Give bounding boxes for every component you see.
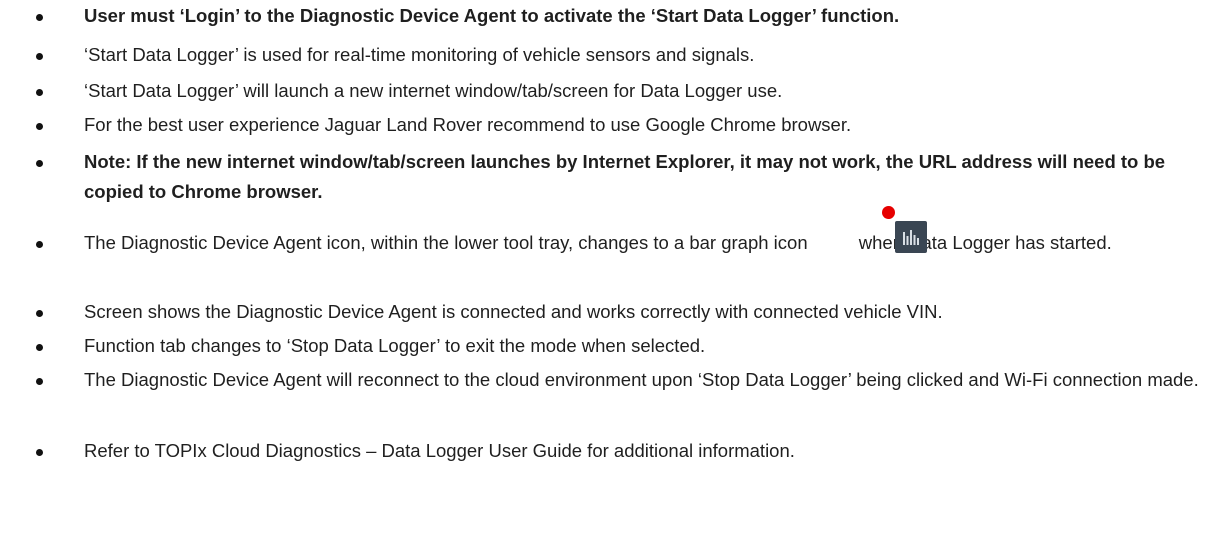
bullet-text: The Diagnostic Device Agent will reconne…: [84, 369, 1199, 390]
bullet-dot: [36, 53, 43, 60]
bullet-text: Screen shows the Diagnostic Device Agent…: [84, 301, 943, 322]
bullet-text: Note: If the new internet window/tab/scr…: [84, 151, 1166, 202]
bullet-text: Function tab changes to ‘Stop Data Logge…: [84, 335, 706, 356]
bullet-text: ‘Start Data Logger’ is used for real-tim…: [84, 44, 755, 65]
bullet-text: User must ‘Login’ to the Diagnostic Devi…: [84, 5, 900, 26]
bullet-text: Refer to TOPIx Cloud Diagnostics – Data …: [84, 440, 795, 461]
document-page: User must ‘Login’ to the Diagnostic Devi…: [0, 0, 1232, 543]
bullet-dot: [36, 378, 43, 385]
bullet-text: ‘Start Data Logger’ will launch a new in…: [84, 80, 783, 101]
bullet-text: The Diagnostic Device Agent icon, within…: [84, 228, 1204, 258]
bullet-text-before-icon: The Diagnostic Device Agent icon, within…: [84, 232, 808, 253]
bar-graph-icon: [895, 221, 927, 253]
bullet-dot: [36, 449, 43, 456]
bullet-dot: [36, 14, 43, 21]
bullet-dot: [36, 160, 43, 167]
notification-badge-icon: [882, 206, 895, 219]
bullet-text: For the best user experience Jaguar Land…: [84, 114, 852, 135]
bullet-dot: [36, 123, 43, 130]
bullet-dot: [36, 241, 43, 248]
bullet-dot: [36, 310, 43, 317]
bullet-dot: [36, 344, 43, 351]
bullet-dot: [36, 89, 43, 96]
